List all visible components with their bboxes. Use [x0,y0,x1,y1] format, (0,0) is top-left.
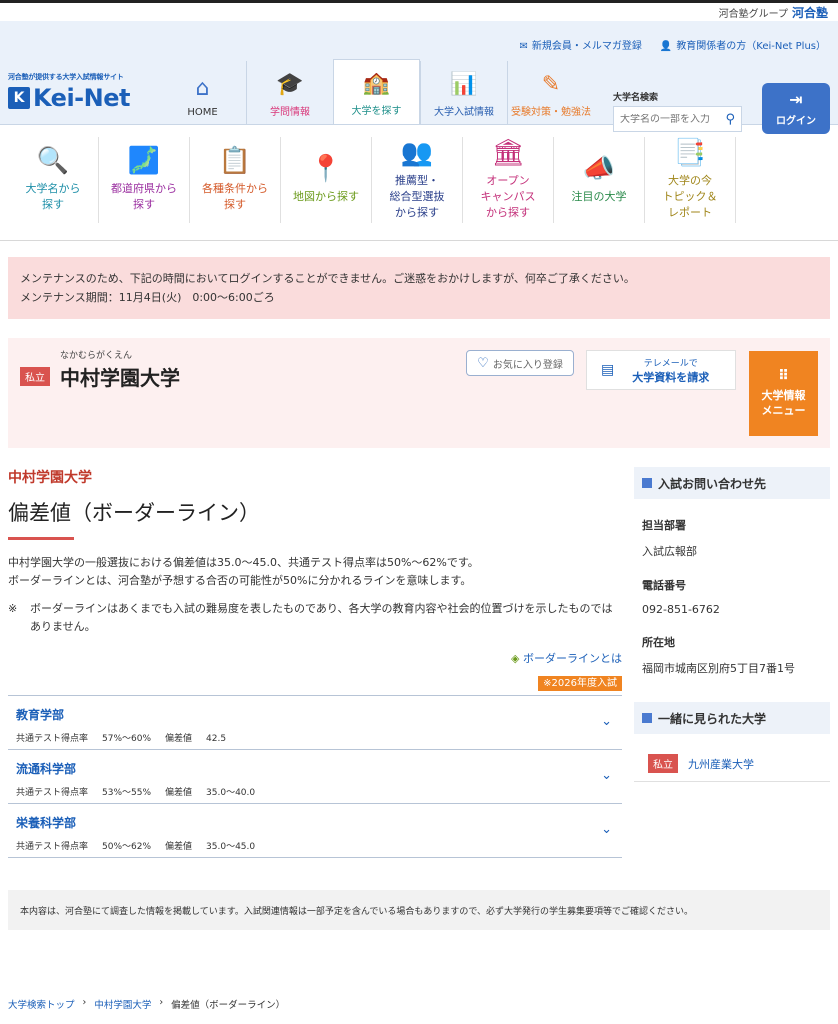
logo-mark-icon: K [8,87,30,109]
nav-find-university[interactable]: 🏫 大学を探す [333,59,420,124]
magnifier-icon: 🔍 [36,146,70,176]
pencil-icon: ✎ [541,72,561,97]
borderline-help-link[interactable]: ◈ ボーダーラインとは [8,650,622,666]
breadcrumb-link[interactable]: 大学検索トップ [8,997,75,1011]
mail-icon: ✉ [519,41,528,52]
disclaimer-note: ※ ボーダーラインはあくまでも入試の難易度を表したものであり、各大学の教育内容や… [8,602,613,633]
faculty-row[interactable]: 教育学部 共通テスト得点率 57%〜60% 偏差値 42.5 ⌄ [8,696,622,750]
square-bullet-icon [642,478,652,488]
nav-home[interactable]: ⌂ HOME [159,61,246,125]
breadcrumb-current: 偏差値（ボーダーライン） [171,1000,286,1011]
logo-text: Kei-Net [33,84,130,112]
chevron-right-icon: › [159,997,164,1008]
year-badge-wrapper: ※2026年度入試 [8,674,622,691]
heart-icon: ♡ [477,355,489,371]
graduation-cap-icon: 🎓 [276,72,304,97]
faculty-row[interactable]: 流通科学部 共通テスト得点率 53%〜55% 偏差値 35.0〜40.0 ⌄ [8,750,622,804]
page-title: 偏差値（ボーダーライン） [8,501,260,525]
main-content: 中村学園大学 偏差値（ボーダーライン） 中村学園大学の一般選抜における偏差値は3… [8,467,622,858]
contact-details: 担当部署 入試広報部 電話番号 092-851-6762 所在地 福岡市城南区別… [634,517,830,676]
home-icon: ⌂ [195,76,210,101]
university-header: なかむらがくえん 私立 中村学園大学 ♡ お気に入り登録 ▤ テレメールで 大学… [8,338,830,448]
chevron-down-icon[interactable]: ⌄ [601,714,612,729]
educators-link[interactable]: 👤 教育関係者の方（Kei-Net Plus） [660,37,826,52]
megaphone-icon: 📣 [582,154,616,184]
subnav-featured[interactable]: 📣 注目の大学 [554,137,645,223]
interview-icon: 👥 [400,138,434,168]
site-logo[interactable]: 河合塾が提供する大学入試情報サイト K Kei-Net [8,72,130,112]
sidebar: 入試お問い合わせ先 担当部署 入試広報部 電話番号 092-851-6762 所… [634,467,830,782]
square-bullet-icon [642,713,652,723]
search-input[interactable] [620,113,715,125]
related-university-name[interactable]: 九州産業大学 [688,756,754,772]
private-badge: 私立 [648,754,678,773]
search-field-wrapper: ⚲ [613,106,742,132]
subnav-by-open-campus[interactable]: 🏛 オープン キャンパス から探す [463,137,554,223]
breadcrumb: 大学検索トップ › 中村学園大学 › 偏差値（ボーダーライン） [8,997,285,1011]
favorite-button[interactable]: ♡ お気に入り登録 [466,350,574,376]
faculty-row[interactable]: 栄養科学部 共通テスト得点率 50%〜62% 偏差値 35.0〜45.0 ⌄ [8,804,622,858]
request-documents-button[interactable]: ▤ テレメールで 大学資料を請求 [586,350,736,390]
checklist-icon: 📋 [218,146,252,176]
chevron-down-icon[interactable]: ⌄ [601,822,612,837]
phone-number: 092-851-6762 [642,603,720,616]
nav-exam-info[interactable]: 📊 大学入試情報 [420,61,507,125]
address: 福岡市城南区別府5丁目7番1号 [642,662,795,675]
contact-heading: 入試お問い合わせ先 [634,467,830,499]
faculty-name: 栄養科学部 [16,816,77,830]
nav-academic[interactable]: 🎓 学問情報 [246,61,333,125]
report-icon: 📑 [673,138,707,168]
grid-icon: ⠿ [778,368,789,384]
university-menu-button[interactable]: ⠿ 大学情報 メニュー [749,351,818,436]
map-pin-icon: 📍 [309,154,343,184]
breadcrumb-link[interactable]: 中村学園大学 [94,997,151,1011]
document-icon: ▤ [601,362,615,378]
group-label: 河合塾グループ [718,8,788,20]
logo-tagline: 河合塾が提供する大学入試情報サイト [8,73,124,81]
japan-map-icon: 🗾 [127,146,161,176]
related-university-item[interactable]: 私立 九州産業大学 [634,746,830,782]
login-icon: ⇥ [789,90,803,109]
bar-chart-icon: 📊 [450,72,478,97]
notice-line-2: メンテナンス期間：11月4日(火) 0:00〜6:00ごろ [20,291,275,304]
footer-disclaimer: 本内容は、河合塾にて調査した情報を掲載しています。入試関連情報は一部予定を含んで… [8,890,830,930]
notice-line-1: メンテナンスのため、下記の時間においてログインすることができません。ご迷惑をおか… [20,272,635,285]
main-nav: ⌂ HOME 🎓 学問情報 🏫 大学を探す 📊 大学入試情報 ✎ 受験対策・勉強… [159,59,594,125]
university-name: 中村学園大学 [60,366,180,390]
subnav-by-prefecture[interactable]: 🗾 都道府県から 探す [99,137,190,223]
chevron-down-icon[interactable]: ⌄ [601,768,612,783]
register-link[interactable]: ✉ 新規会員・メルマガ登録 [519,37,641,52]
subnav-by-conditions[interactable]: 📋 各種条件から 探す [190,137,281,223]
person-icon: 👤 [659,41,673,52]
private-badge: 私立 [20,367,50,386]
subnav-by-name[interactable]: 🔍 大学名から 探す [8,137,99,223]
description: 中村学園大学の一般選抜における偏差値は35.0〜45.0、共通テスト得点率は50… [8,556,479,587]
beginner-icon: ◈ [511,652,520,665]
year-badge: ※2026年度入試 [538,676,622,691]
subnav-by-recommendation[interactable]: 👥 推薦型・ 総合型選抜 から探す [372,137,463,223]
chevron-right-icon: › [82,997,87,1008]
open-campus-icon: 🏛 [491,138,525,168]
group-brand-link[interactable]: 河合塾 [792,4,828,21]
utility-links: ✉ 新規会員・メルマガ登録 👤 教育関係者の方（Kei-Net Plus） [519,37,826,52]
search-method-nav: 🔍 大学名から 探す 🗾 都道府県から 探す 📋 各種条件から 探す 📍 地図か… [0,125,838,241]
maintenance-notice: メンテナンスのため、下記の時間においてログインすることができません。ご迷惑をおか… [8,257,830,319]
search-icon[interactable]: ⚲ [725,112,735,127]
university-search: 大学名検索 ⚲ [613,90,742,132]
faculty-name: 流通科学部 [16,762,77,776]
title-underline [8,537,74,540]
login-button[interactable]: ⇥ ログイン [762,83,830,134]
faculty-list: 教育学部 共通テスト得点率 57%〜60% 偏差値 42.5 ⌄ 流通科学部 共通テス… [8,695,622,858]
subnav-topics[interactable]: 📑 大学の今 トピック＆ レポート [645,137,736,223]
university-subtitle: 中村学園大学 [8,470,92,486]
nav-study-tips[interactable]: ✎ 受験対策・勉強法 [507,61,594,125]
university-kana: なかむらがくえん [60,351,133,361]
subnav-by-map[interactable]: 📍 地図から探す [281,137,372,223]
group-bar: 河合塾グループ 河合塾 [0,3,838,21]
school-search-icon: 🏫 [362,71,391,96]
search-label: 大学名検索 [613,93,659,103]
site-header: ✉ 新規会員・メルマガ登録 👤 教育関係者の方（Kei-Net Plus） 河合塾が… [0,21,838,134]
faculty-name: 教育学部 [16,708,65,722]
related-heading: 一緒に見られた大学 [634,702,830,734]
